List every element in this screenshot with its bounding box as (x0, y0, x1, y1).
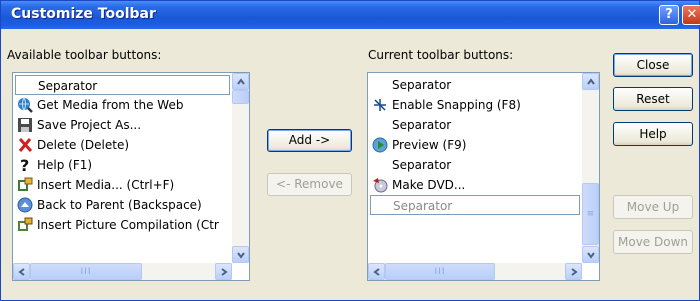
scroll-left-button[interactable] (13, 263, 30, 280)
list-item-label: Insert Media... (Ctrl+F) (37, 178, 175, 192)
list-item-label: Get Media from the Web (37, 98, 184, 112)
list-item-label: Insert Picture Compilation (Ctr (37, 218, 219, 232)
list-item[interactable]: Insert Picture Compilation (Ctr (15, 215, 230, 235)
current-vertical-scrollbar[interactable]: ≡ (582, 73, 599, 263)
list-item-label: Separator (392, 118, 452, 132)
scroll-grip: III (80, 266, 92, 277)
list-item-label: Separator (392, 78, 452, 92)
current-horizontal-scrollbar[interactable]: III (368, 263, 582, 280)
chevron-down-icon (587, 252, 595, 259)
list-item[interactable]: Delete (Delete) (15, 135, 230, 155)
list-item[interactable]: Preview (F9) (370, 135, 580, 155)
available-horizontal-scrollbar[interactable]: III (13, 263, 232, 280)
available-buttons-label: Available toolbar buttons: (7, 48, 162, 62)
scroll-up-button[interactable] (232, 73, 249, 90)
add-button[interactable]: Add -> (267, 129, 352, 152)
save-icon (17, 117, 33, 133)
list-item[interactable]: Separator (370, 195, 580, 215)
move-down-button[interactable]: Move Down (613, 230, 693, 254)
list-item[interactable]: Save Project As... (15, 115, 230, 135)
up-arrow-circle-icon (17, 197, 33, 213)
chevron-left-icon (18, 268, 25, 276)
delete-x-icon (17, 137, 33, 153)
svg-text:?: ? (20, 157, 29, 173)
dialog-title: Customize Toolbar (11, 6, 156, 22)
make-dvd-icon (372, 177, 388, 193)
scroll-right-button[interactable] (215, 263, 232, 280)
list-item-label: Delete (Delete) (37, 138, 130, 152)
snapping-icon (372, 97, 388, 113)
picture-compilation-icon (17, 217, 33, 233)
remove-button[interactable]: <- Remove (267, 173, 352, 196)
help-button[interactable]: Help (613, 122, 693, 146)
chevron-up-icon (237, 78, 245, 85)
list-item-label: Separator (38, 79, 98, 93)
question-icon: ? (17, 156, 33, 175)
list-item[interactable]: Make DVD... (370, 175, 580, 195)
list-item[interactable]: Separator (370, 75, 580, 95)
title-bar[interactable]: Customize Toolbar ? ✕ (1, 1, 700, 29)
scroll-grip: ≡ (586, 209, 595, 219)
list-item-label: Help (F1) (37, 158, 93, 172)
list-item-label: Separator (393, 199, 453, 213)
move-up-button[interactable]: Move Up (613, 195, 693, 219)
list-item-label: Back to Parent (Backspace) (37, 198, 202, 212)
list-item[interactable]: Enable Snapping (F8) (370, 95, 580, 115)
scroll-thumb[interactable] (232, 90, 249, 104)
list-item-label: Save Project As... (37, 118, 142, 132)
scroll-thumb[interactable]: ≡ (582, 183, 599, 245)
chevron-up-icon (587, 78, 595, 85)
current-buttons-label: Current toolbar buttons: (368, 48, 514, 62)
list-item[interactable]: Get Media from the Web (15, 95, 230, 115)
list-item[interactable]: Back to Parent (Backspace) (15, 195, 230, 215)
close-button[interactable]: Close (613, 53, 693, 77)
close-title-button[interactable]: ✕ (682, 5, 700, 25)
list-item-label: Enable Snapping (F8) (392, 98, 521, 112)
chevron-down-icon (237, 252, 245, 259)
insert-media-icon (17, 177, 33, 193)
scroll-right-button[interactable] (565, 263, 582, 280)
available-vertical-scrollbar[interactable] (232, 73, 249, 263)
scroll-down-button[interactable] (582, 246, 599, 263)
scroll-thumb[interactable]: III (385, 263, 495, 280)
customize-toolbar-dialog: Customize Toolbar ? ✕ Available toolbar … (0, 0, 700, 301)
list-item[interactable]: ? Help (F1) (15, 155, 230, 175)
list-item[interactable]: Separator (15, 75, 230, 95)
globe-search-icon (17, 97, 33, 113)
scroll-up-button[interactable] (582, 73, 599, 90)
list-item[interactable]: Separator (370, 155, 580, 175)
scroll-grip: III (434, 266, 446, 277)
list-item-label: Make DVD... (392, 178, 466, 192)
scroll-thumb[interactable]: III (30, 263, 142, 280)
available-buttons-list[interactable]: Separator Get Media from the Web Save Proj… (12, 72, 250, 281)
reset-button[interactable]: Reset (613, 87, 693, 111)
chevron-right-icon (571, 268, 578, 276)
scroll-down-button[interactable] (232, 246, 249, 263)
list-item[interactable]: Separator (370, 115, 580, 135)
list-item-label: Separator (392, 158, 452, 172)
help-title-button[interactable]: ? (659, 5, 679, 25)
current-buttons-list[interactable]: Separator Enable Snapping (F8) Separator Pr… (367, 72, 600, 281)
chevron-right-icon (221, 268, 228, 276)
list-item[interactable]: Insert Media... (Ctrl+F) (15, 175, 230, 195)
chevron-left-icon (373, 268, 380, 276)
scroll-left-button[interactable] (368, 263, 385, 280)
list-item-label: Preview (F9) (392, 138, 467, 152)
preview-icon (372, 137, 388, 153)
